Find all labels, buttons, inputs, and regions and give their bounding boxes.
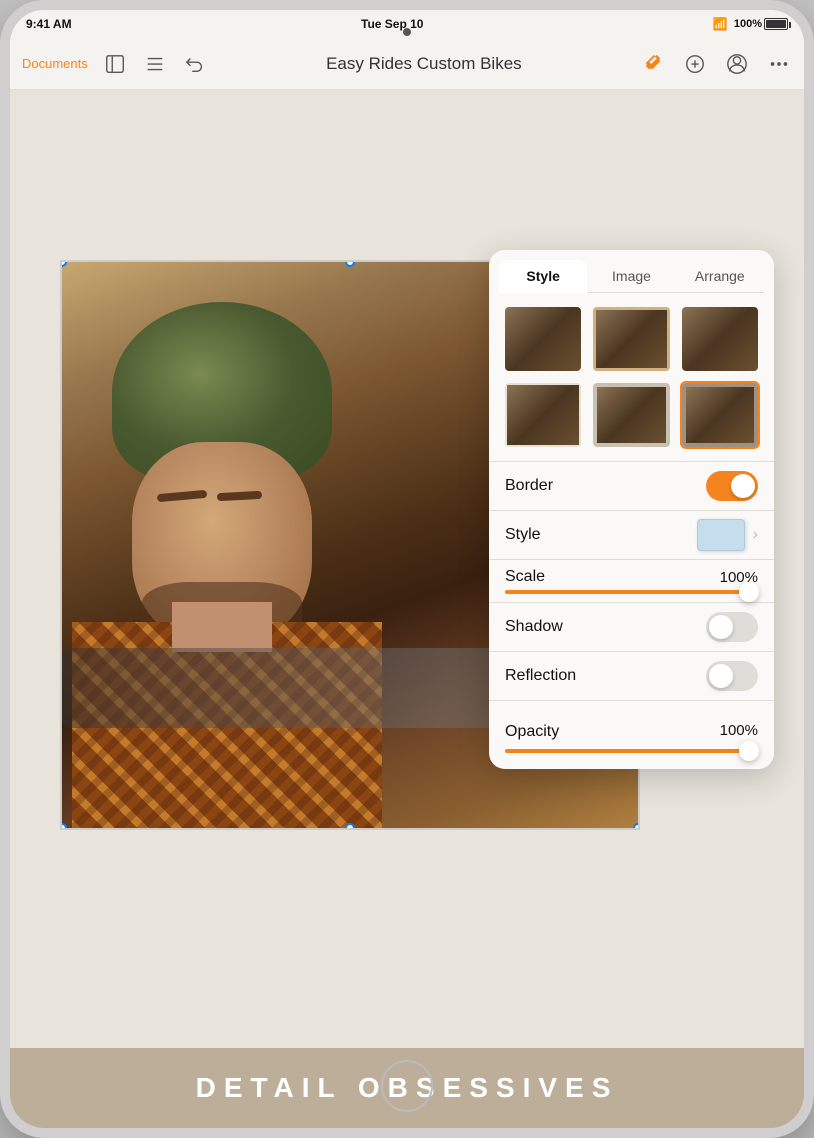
more-button[interactable] [766, 51, 792, 77]
opacity-label: Opacity [505, 715, 559, 745]
opacity-value: 100% [716, 722, 758, 739]
bottom-text-overlay: DETAIL OBSESSIVES [10, 1048, 804, 1128]
opacity-slider-row [505, 749, 758, 753]
selection-handle-bm[interactable] [345, 823, 355, 830]
scale-slider-fill [505, 590, 758, 594]
canvas-area: DETAIL OBSESSIVES Style Image Arrange [10, 90, 804, 1128]
panel-toggle-button[interactable] [102, 51, 128, 77]
battery-bar [764, 18, 788, 30]
shadow-row: Shadow [505, 603, 758, 651]
scale-slider-track[interactable] [505, 590, 758, 594]
shadow-label: Shadow [505, 618, 563, 636]
pin-icon[interactable] [640, 51, 666, 77]
battery-fill [766, 20, 786, 28]
style-thumb-6[interactable] [680, 381, 760, 449]
detail-obsessives-text: DETAIL OBSESSIVES [196, 1072, 619, 1104]
toolbar-left: Documents [22, 51, 208, 77]
wifi-icon: 📶 [713, 17, 728, 31]
reflection-toggle-thumb [709, 664, 733, 688]
status-time: 9:41 AM [26, 17, 72, 31]
style-thumb-5[interactable] [591, 381, 671, 449]
toolbar: Documents Easy Rid [10, 38, 804, 90]
selection-handle-bl[interactable] [60, 823, 67, 830]
status-right: 📶 100% [713, 17, 788, 31]
documents-button[interactable]: Documents [22, 56, 88, 71]
style-row[interactable]: Style › [505, 511, 758, 559]
shadow-toggle-thumb [709, 615, 733, 639]
tab-image[interactable]: Image [587, 260, 675, 292]
tab-style[interactable]: Style [499, 260, 587, 292]
border-toggle-thumb [731, 474, 755, 498]
status-bar: 9:41 AM Tue Sep 10 📶 100% [10, 10, 804, 38]
opacity-slider-fill [505, 749, 758, 753]
selection-handle-br[interactable] [633, 823, 640, 830]
status-date: Tue Sep 10 [361, 17, 423, 31]
reflection-label: Reflection [505, 667, 576, 685]
undo-button[interactable] [182, 51, 208, 77]
reflection-section: Reflection [489, 652, 774, 700]
scale-slider-thumb[interactable] [739, 582, 759, 602]
border-label: Border [505, 477, 553, 495]
style-section: Style › [489, 511, 774, 559]
scale-slider-row [505, 590, 758, 594]
shadow-section: Shadow [489, 603, 774, 651]
style-thumb-2[interactable] [591, 305, 671, 373]
style-label: Style [505, 526, 541, 544]
style-chevron-icon: › [753, 526, 758, 544]
battery-percent: 100% [734, 18, 762, 30]
toolbar-right [640, 51, 792, 77]
tab-arrange[interactable]: Arrange [676, 260, 764, 292]
reflection-row: Reflection [505, 652, 758, 700]
style-swatch[interactable] [697, 519, 745, 551]
user-button[interactable] [724, 51, 750, 77]
style-thumb-4[interactable] [503, 381, 583, 449]
style-thumbnails-grid [489, 293, 774, 461]
ipad-frame: 9:41 AM Tue Sep 10 📶 100% Documents [0, 0, 814, 1138]
opacity-slider-thumb[interactable] [739, 741, 759, 761]
border-section: Border [489, 462, 774, 510]
format-panel: Style Image Arrange [489, 250, 774, 769]
scale-slider-container [505, 586, 758, 602]
border-row: Border [505, 462, 758, 510]
tab-bar: Style Image Arrange [489, 250, 774, 292]
border-toggle[interactable] [706, 471, 758, 501]
list-button[interactable] [142, 51, 168, 77]
opacity-slider-track[interactable] [505, 749, 758, 753]
style-thumb-1[interactable] [503, 305, 583, 373]
add-button[interactable] [682, 51, 708, 77]
document-title: Easy Rides Custom Bikes [220, 54, 628, 74]
scale-label-row: Scale 100% [505, 560, 758, 586]
reflection-toggle[interactable] [706, 661, 758, 691]
opacity-section: Opacity 100% [489, 701, 774, 769]
style-thumb-3[interactable] [680, 305, 760, 373]
battery: 100% [734, 18, 788, 30]
scale-section: Scale 100% [489, 560, 774, 602]
style-row-right: › [697, 519, 758, 551]
scale-label: Scale [505, 568, 545, 586]
shadow-toggle[interactable] [706, 612, 758, 642]
